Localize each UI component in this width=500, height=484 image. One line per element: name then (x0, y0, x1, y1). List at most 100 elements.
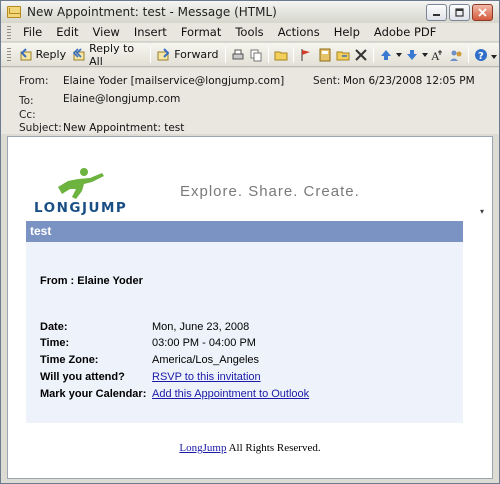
menu-view[interactable]: View (86, 25, 127, 39)
delete-button[interactable] (352, 45, 370, 65)
toolbar-separator (150, 46, 152, 63)
toolbar-grip[interactable] (7, 48, 11, 61)
forward-label: Forward (174, 48, 219, 61)
next-item-dropdown[interactable] (421, 45, 428, 65)
copy-button[interactable] (247, 45, 265, 65)
forward-icon (157, 47, 171, 62)
move-to-folder-button[interactable] (272, 45, 290, 65)
font-size-icon: A (431, 49, 443, 62)
to-value[interactable]: Elaine@longjump.com (63, 93, 180, 105)
menu-tools[interactable]: Tools (228, 25, 270, 39)
previous-item-button[interactable] (377, 45, 395, 65)
add-to-outlook-link[interactable]: Add this Appointment to Outlook (152, 388, 309, 400)
find-contact-button[interactable] (315, 45, 333, 65)
toolbar-separator (373, 46, 375, 63)
help-icon: ? (474, 48, 487, 62)
svg-text:?: ? (478, 51, 484, 62)
appointment-title: test (26, 221, 463, 242)
calendar-label: Mark your Calendar: (40, 388, 147, 400)
menu-format[interactable]: Format (174, 25, 229, 39)
flag-icon (301, 48, 311, 61)
chevron-down-icon (421, 52, 428, 57)
sent-value: Mon 6/23/2008 12:05 PM (343, 75, 475, 87)
menu-adobe-pdf[interactable]: Adobe PDF (367, 25, 443, 39)
subject-value: New Appointment: test (63, 122, 185, 134)
standard-toolbar: Reply Reply to All Forward A ? (1, 41, 499, 68)
reply-label: Reply (35, 48, 67, 61)
scroll-indicator[interactable]: ▾ (480, 207, 490, 217)
menu-bar: File Edit View Insert Format Tools Actio… (1, 23, 499, 42)
to-label: To: (19, 95, 34, 107)
timezone-label: Time Zone: (40, 354, 99, 366)
menu-edit[interactable]: Edit (49, 25, 85, 39)
window-title: New Appointment: test - Message (HTML) (27, 5, 277, 19)
assign-button[interactable] (446, 45, 464, 65)
appointment-card: test From : Elaine Yoder Date: Mon, June… (26, 221, 463, 423)
chevron-down-icon (491, 54, 498, 59)
reply-button[interactable]: Reply (16, 45, 69, 65)
forward-button[interactable]: Forward (154, 45, 221, 65)
reply-all-button[interactable]: Reply to All (69, 41, 147, 68)
previous-item-dropdown[interactable] (395, 45, 403, 65)
menu-actions[interactable]: Actions (271, 25, 327, 39)
subject-label: Subject: (19, 122, 62, 134)
people-icon (449, 50, 462, 61)
tagline: Explore. Share. Create. (180, 183, 360, 200)
folder-move-icon (274, 51, 288, 60)
maximize-icon (455, 8, 464, 17)
arrow-down-icon (406, 49, 417, 60)
printer-icon (232, 49, 244, 59)
arrow-up-icon (381, 49, 392, 60)
toolbar-separator (267, 46, 269, 63)
timezone-value: America/Los_Angeles (152, 354, 260, 366)
copy-icon (250, 49, 262, 61)
toolbar-options[interactable] (490, 45, 499, 65)
longjump-footer-link[interactable]: LongJump (179, 442, 226, 454)
minimize-icon (433, 14, 440, 16)
help-button[interactable]: ? (472, 45, 490, 65)
from-label: From: (19, 75, 49, 87)
message-body[interactable]: LONGJUMP Explore. Share. Create. test Fr… (7, 136, 493, 479)
attend-label: Will you attend? (40, 371, 125, 383)
footer-text: All Rights Reserved. (226, 442, 321, 454)
reply-all-label: Reply to All (89, 41, 135, 68)
toolbar-separator (293, 46, 295, 63)
date-label: Date: (40, 321, 68, 333)
cc-label: Cc: (19, 109, 36, 121)
window-controls (426, 4, 493, 21)
menu-file[interactable]: File (16, 25, 49, 39)
appointment-from: From : Elaine Yoder (40, 275, 143, 287)
svg-text:A: A (431, 49, 440, 62)
font-size-button[interactable]: A (428, 45, 446, 65)
title-bar: New Appointment: test - Message (HTML) (1, 1, 499, 23)
close-button[interactable] (472, 4, 493, 21)
toolbar-separator (224, 46, 226, 63)
menu-insert[interactable]: Insert (127, 25, 174, 39)
longjump-banner: LONGJUMP Explore. Share. Create. (8, 137, 492, 220)
toolbar-grip[interactable] (7, 25, 11, 39)
rsvp-link[interactable]: RSVP to this invitation (152, 371, 261, 383)
chevron-down-icon (396, 52, 403, 57)
reply-icon (19, 47, 33, 62)
address-book-icon (319, 48, 331, 61)
minimize-button[interactable] (426, 4, 447, 21)
menu-help[interactable]: Help (327, 25, 367, 39)
folder-icon (336, 51, 350, 60)
close-icon (478, 8, 487, 17)
time-label: Time: (40, 337, 70, 349)
move-button[interactable] (334, 45, 352, 65)
reply-all-icon (72, 47, 86, 62)
follow-up-flag-button[interactable] (297, 45, 315, 65)
envelope-icon (7, 6, 21, 18)
longjump-logo-text: LONGJUMP (34, 200, 128, 216)
delete-icon (355, 48, 367, 61)
next-item-button[interactable] (403, 45, 421, 65)
footer: LongJump All Rights Reserved. (8, 442, 492, 454)
maximize-button[interactable] (449, 4, 470, 21)
from-value[interactable]: Elaine Yoder [mailservice@longjump.com] (63, 75, 284, 87)
time-value: 03:00 PM - 04:00 PM (152, 337, 256, 349)
date-value: Mon, June 23, 2008 (152, 321, 250, 333)
toolbar-separator (467, 46, 469, 63)
print-button[interactable] (229, 45, 247, 65)
longjump-jumper-icon (58, 168, 104, 199)
